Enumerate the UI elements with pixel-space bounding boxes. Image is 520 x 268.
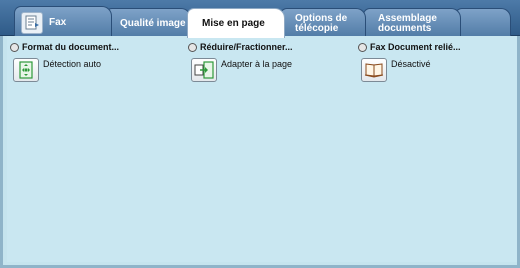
- feature-title: Format du document...: [22, 42, 120, 52]
- tab-empty: [455, 8, 511, 38]
- tab-assemblage-documents[interactable]: Assemblage documents: [363, 8, 461, 38]
- fax-document-relie-button[interactable]: Fax Document relié...: [358, 42, 461, 52]
- feature-value: Adapter à la page: [221, 59, 293, 69]
- tab-label: Options de télécopie: [295, 12, 348, 34]
- tab-label: Fax: [49, 16, 67, 28]
- content-panel: Format du document... Détection auto Réd…: [0, 36, 520, 268]
- feature-format-document: Format du document... Détection auto: [10, 42, 119, 82]
- format-document-button[interactable]: Format du document...: [10, 42, 119, 52]
- feature-value: Désactivé: [391, 59, 431, 69]
- tab-label: Assemblage documents: [378, 12, 437, 34]
- feature-title: Fax Document relié...: [370, 42, 461, 52]
- feature-fax-document-relie: Fax Document relié... Désactivé: [358, 42, 461, 82]
- radio-icon: [10, 42, 19, 52]
- content-area: Format du document... Détection auto Réd…: [7, 36, 517, 262]
- tab-label: Qualité image: [120, 17, 186, 29]
- fax-layout-screen: Assemblage documents Options de télécopi…: [0, 0, 520, 268]
- tab-label: Mise en page: [202, 17, 265, 29]
- feature-reduire-fractionner: Réduire/Fractionner... Adapter à la page: [188, 42, 293, 82]
- tab-fax[interactable]: Fax: [14, 6, 112, 38]
- fit-to-page-icon[interactable]: [191, 58, 217, 82]
- tab-qualite-image[interactable]: Qualité image: [105, 8, 191, 38]
- radio-icon: [188, 42, 197, 52]
- document-size-icon[interactable]: [13, 58, 39, 82]
- fax-icon: [21, 11, 43, 34]
- tab-mise-en-page[interactable]: Mise en page: [187, 8, 285, 38]
- reduire-fractionner-button[interactable]: Réduire/Fractionner...: [188, 42, 293, 52]
- feature-title: Réduire/Fractionner...: [200, 42, 293, 52]
- radio-icon: [358, 42, 367, 52]
- tab-options-telecopie[interactable]: Options de télécopie: [280, 8, 366, 38]
- book-icon[interactable]: [361, 58, 387, 82]
- feature-value: Détection auto: [43, 59, 102, 69]
